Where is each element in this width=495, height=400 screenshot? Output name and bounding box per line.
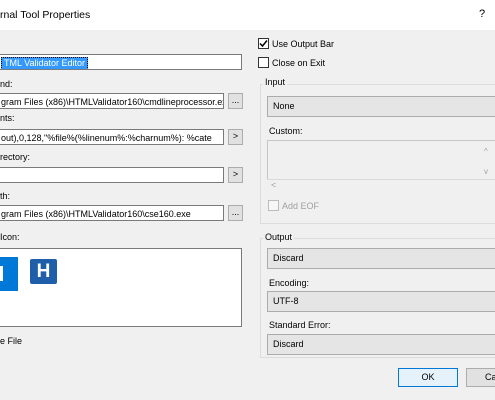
scroll-down-icon: v [484, 167, 488, 176]
icon-label: Icon: [0, 232, 20, 242]
input-select[interactable]: None [267, 96, 495, 117]
directory-menu-button[interactable]: > [228, 167, 243, 183]
save-file-label: e File [0, 336, 23, 346]
cancel-button[interactable]: Ca [466, 368, 495, 387]
scroll-up-icon: ^ [484, 147, 488, 156]
add-eof-label: Add EOF [282, 201, 320, 211]
custom-horizontal-scrollbar: < [267, 179, 495, 194]
selected-icon-glyph [0, 266, 3, 281]
ok-button[interactable]: OK [398, 368, 458, 387]
window-title: rnal Tool Properties [0, 9, 91, 21]
command-label: nd: [0, 79, 13, 89]
path-input[interactable]: gram Files (x86)\HTMLValidator160\cse160… [0, 205, 224, 221]
standard-error-select[interactable]: Discard [267, 334, 495, 355]
close-on-exit-label[interactable]: Close on Exit [272, 58, 325, 68]
scroll-left-icon: < [271, 180, 277, 190]
custom-label: Custom: [269, 126, 303, 136]
directory-input[interactable] [0, 167, 224, 183]
encoding-label: Encoding: [269, 278, 310, 288]
close-on-exit-checkbox[interactable] [258, 57, 269, 68]
selected-icon[interactable] [0, 257, 18, 291]
input-group-label: Input [263, 77, 288, 87]
html-validator-icon[interactable]: H [30, 259, 57, 284]
directory-label: rectory: [0, 152, 31, 162]
use-output-bar-checkbox[interactable] [258, 38, 269, 49]
arguments-label: nts: [0, 113, 15, 123]
add-eof-checkbox [268, 200, 279, 211]
command-browse-button[interactable]: ... [228, 93, 243, 109]
command-input[interactable]: gram Files (x86)\HTMLValidator160\cmdlin… [0, 93, 224, 109]
output-group-label: Output [263, 232, 295, 242]
title-input[interactable]: TML Validator Editor [0, 54, 242, 70]
arguments-menu-button[interactable]: > [228, 129, 243, 145]
standard-error-label: Standard Error: [269, 320, 331, 330]
arguments-input[interactable]: out),0,128,"%file%(%linenum%:%charnum%):… [0, 129, 224, 145]
help-button[interactable]: ? [479, 8, 485, 20]
path-label: th: [0, 191, 11, 201]
checkmark-icon [259, 40, 268, 48]
encoding-select[interactable]: UTF-8 [267, 291, 495, 312]
use-output-bar-label[interactable]: Use Output Bar [272, 39, 334, 49]
output-select[interactable]: Discard [267, 248, 495, 269]
icon-list[interactable]: H [0, 248, 242, 327]
path-browse-button[interactable]: ... [228, 205, 243, 221]
title-input-value: TML Validator Editor [1, 57, 89, 69]
